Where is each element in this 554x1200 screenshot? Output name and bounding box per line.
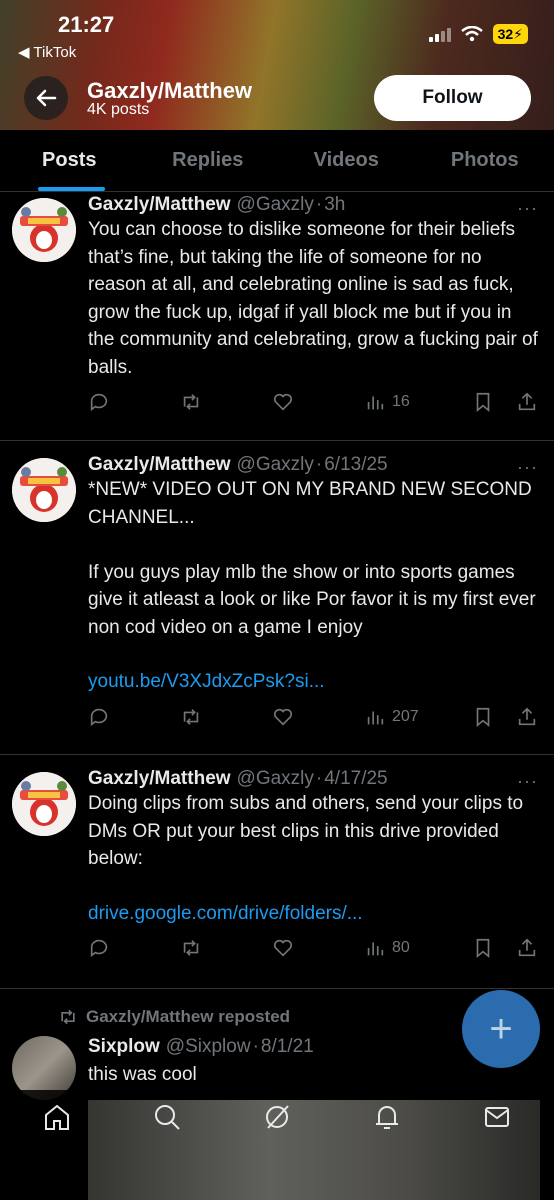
wifi-icon: [460, 26, 483, 42]
meta-separator: ·: [315, 454, 323, 475]
post-time: 4/17/25: [324, 768, 388, 789]
repost-icon: [61, 1009, 75, 1025]
meta-separator: ·: [252, 1036, 259, 1057]
post-text: this was cool: [88, 1064, 197, 1085]
repost-button[interactable]: [180, 391, 202, 413]
repost-label-text[interactable]: Gaxzly/Matthew reposted: [86, 1007, 290, 1027]
heart-icon: [273, 708, 293, 726]
back-to-app-link[interactable]: ◀ TikTok: [18, 43, 76, 61]
heart-icon: [273, 939, 293, 957]
battery-indicator: 32⚡: [492, 24, 528, 44]
repost-icon: [183, 940, 199, 956]
views-count: 80: [392, 939, 410, 956]
post-author-name[interactable]: Sixplow: [88, 1036, 160, 1058]
analytics-icon: [367, 711, 384, 724]
tab-posts[interactable]: Posts: [0, 130, 139, 191]
bookmark-icon: [476, 707, 490, 727]
like-button[interactable]: [272, 391, 294, 413]
post-actions: 207: [88, 706, 538, 728]
share-icon: [518, 707, 536, 725]
repost-icon: [183, 708, 199, 725]
arrow-left-icon: [36, 89, 57, 107]
cellular-signal-icon: [428, 26, 451, 42]
post-time: 3h: [324, 194, 346, 215]
compose-button[interactable]: +: [462, 990, 540, 1068]
reply-button[interactable]: [88, 706, 110, 728]
post-text: You can choose to dislike someone for th…: [88, 219, 538, 378]
post-feed: ··· Gaxzly/Matthew @Gaxzly · 3h You can ch…: [0, 192, 554, 989]
messages-icon[interactable]: [482, 1102, 512, 1132]
like-button[interactable]: [272, 706, 294, 728]
share-icon: [518, 938, 536, 957]
bookmark-icon: [476, 938, 490, 959]
post-author-handle[interactable]: @Gaxzly: [237, 454, 314, 476]
post-text: *NEW* VIDEO OUT ON MY BRAND NEW SECOND C…: [88, 479, 536, 638]
like-button[interactable]: [272, 937, 294, 959]
repost-icon: [183, 394, 199, 410]
post-author-handle[interactable]: @Gaxzly: [237, 768, 314, 790]
views-button[interactable]: 207: [364, 706, 419, 728]
post[interactable]: ··· Gaxzly/Matthew @Gaxzly · 3h You can ch…: [0, 192, 554, 441]
post-author-handle[interactable]: @Gaxzly: [237, 194, 314, 216]
post-text: Doing clips from subs and others, send y…: [88, 793, 524, 869]
post-time: 8/1/21: [260, 1036, 314, 1057]
heart-icon: [273, 393, 293, 411]
reply-button[interactable]: [88, 391, 110, 413]
status-indicators: 32⚡: [428, 24, 528, 44]
share-button[interactable]: [516, 937, 538, 959]
analytics-icon: [367, 942, 384, 956]
bookmark-button[interactable]: [472, 391, 494, 413]
reply-icon: [90, 939, 108, 957]
home-icon[interactable]: [42, 1102, 72, 1132]
repost-label: Gaxzly/Matthew reposted: [58, 1007, 290, 1027]
views-count: 16: [392, 393, 410, 410]
follow-button[interactable]: Follow: [374, 75, 531, 121]
post-actions: 80: [88, 937, 538, 959]
post-author-name[interactable]: Gaxzly/Matthew: [88, 768, 231, 790]
tab-videos[interactable]: Videos: [277, 130, 416, 191]
meta-separator: ·: [315, 194, 323, 215]
tab-replies[interactable]: Replies: [139, 130, 278, 191]
post-author-handle[interactable]: @Sixplow: [166, 1036, 251, 1058]
repost-button[interactable]: [180, 706, 202, 728]
views-button[interactable]: 16: [364, 391, 410, 413]
plus-icon: +: [489, 1006, 513, 1051]
views-count: 207: [392, 707, 419, 725]
bookmark-icon: [476, 392, 490, 413]
post-author-name[interactable]: Gaxzly/Matthew: [88, 454, 231, 476]
profile-tabs: Posts Replies Videos Photos: [0, 130, 554, 192]
post-link[interactable]: youtu.be/V3XJdxZcPsk?si...: [88, 668, 538, 696]
views-button[interactable]: 80: [364, 937, 410, 959]
post-actions: 16: [88, 391, 538, 413]
meta-separator: ·: [315, 768, 323, 789]
post-link[interactable]: drive.google.com/drive/folders/...: [88, 900, 538, 928]
more-options-icon[interactable]: ···: [517, 457, 538, 478]
more-options-icon[interactable]: ···: [517, 771, 538, 792]
post-time: 6/13/25: [324, 454, 388, 475]
notifications-bell-icon[interactable]: [372, 1102, 402, 1132]
repost-button[interactable]: [180, 937, 202, 959]
more-options-icon[interactable]: ···: [517, 198, 538, 219]
grok-icon[interactable]: [262, 1102, 292, 1132]
status-time: 21:27: [58, 12, 115, 37]
avatar[interactable]: [12, 772, 76, 836]
post[interactable]: ··· Gaxzly/Matthew @Gaxzly · 6/13/25 *NEW*…: [0, 441, 554, 755]
bookmark-button[interactable]: [472, 706, 494, 728]
share-button[interactable]: [516, 706, 538, 728]
post[interactable]: ··· Gaxzly/Matthew @Gaxzly · 4/17/25 Doing…: [0, 755, 554, 989]
analytics-icon: [367, 396, 384, 410]
reply-icon: [90, 708, 108, 726]
reply-button[interactable]: [88, 937, 110, 959]
share-button[interactable]: [516, 391, 538, 413]
bookmark-button[interactable]: [472, 937, 494, 959]
search-icon[interactable]: [152, 1102, 182, 1132]
tab-photos[interactable]: Photos: [416, 130, 554, 191]
post-count: 4K posts: [87, 101, 150, 118]
back-button[interactable]: [24, 76, 68, 120]
avatar[interactable]: [12, 458, 76, 522]
reply-icon: [90, 393, 108, 411]
post-author-name[interactable]: Gaxzly/Matthew: [88, 194, 231, 216]
share-icon: [518, 392, 536, 411]
avatar[interactable]: [12, 198, 76, 262]
